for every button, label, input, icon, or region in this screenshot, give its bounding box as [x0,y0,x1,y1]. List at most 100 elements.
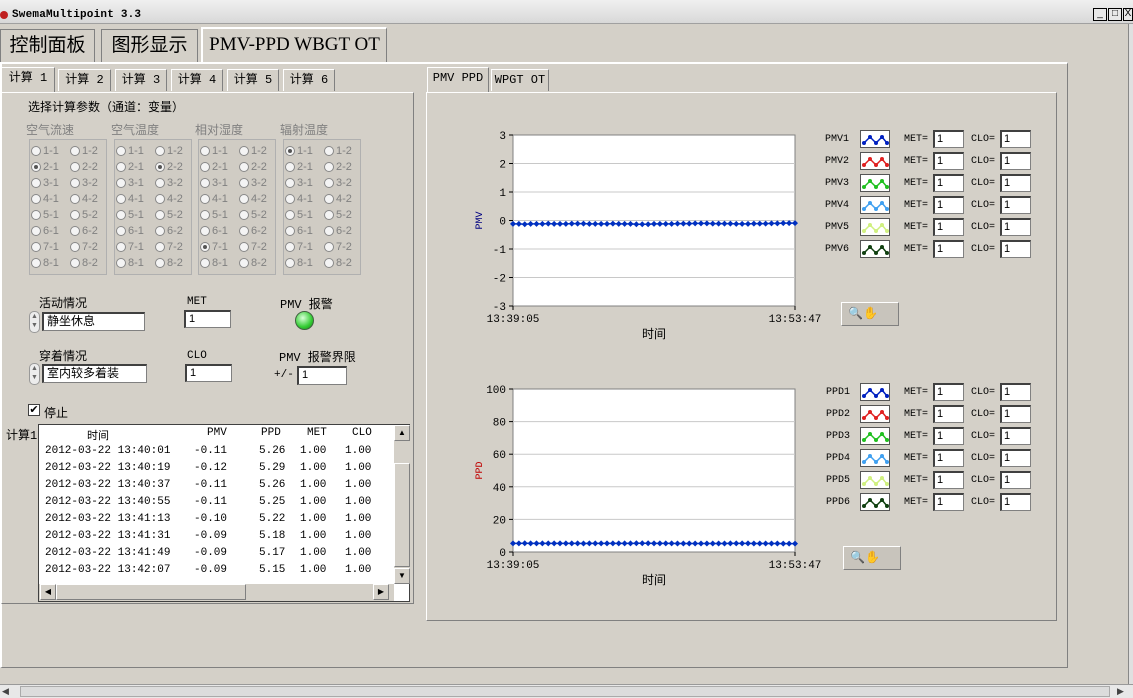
radio-option[interactable]: 3-2 [70,177,98,189]
radio-option[interactable]: 8-2 [70,257,98,269]
radio-button[interactable] [239,226,249,237]
legend-clo-field[interactable]: 1 [1000,152,1031,170]
radio-button[interactable] [116,178,126,189]
legend-met-field[interactable]: 1 [933,218,964,236]
legend-clo-field[interactable]: 1 [1000,405,1031,423]
radio-button[interactable] [239,258,249,269]
radio-button[interactable] [285,162,295,173]
radio-option[interactable]: 6-2 [155,225,183,237]
legend-swatch-icon[interactable] [860,174,890,192]
radio-option[interactable]: 1-1 [31,145,59,157]
pmv-limit-field[interactable]: 1 [297,366,347,385]
radio-button[interactable] [324,194,334,205]
radio-button[interactable] [31,242,41,253]
tab-wpgt-ot[interactable]: WPGT OT [491,69,549,91]
scroll-right-button[interactable]: ▶ [373,584,389,600]
radio-option[interactable]: 6-1 [31,225,59,237]
radio-option[interactable]: 5-1 [31,209,59,221]
radio-button[interactable] [285,178,295,189]
radio-button[interactable] [239,146,249,157]
radio-button[interactable] [200,242,210,253]
radio-option[interactable]: 2-1 [285,161,313,173]
radio-button[interactable] [31,162,41,173]
radio-option[interactable]: 3-2 [155,177,183,189]
radio-option[interactable]: 5-1 [285,209,313,221]
table-row[interactable]: 2012-03-22 13:41:31 -0.09 5.18 1.00 1.00 [39,528,394,545]
table-row[interactable]: 2012-03-22 13:41:49 -0.09 5.17 1.00 1.00 [39,545,394,562]
radio-button[interactable] [70,258,80,269]
stop-checkbox[interactable]: ✔ [28,404,40,416]
pmv-zoom-pan-tools[interactable]: 🔍✋ [841,302,899,326]
radio-button[interactable] [31,226,41,237]
radio-option[interactable]: 8-2 [239,257,267,269]
radio-button[interactable] [239,210,249,221]
radio-option[interactable]: 4-2 [70,193,98,205]
legend-swatch-icon[interactable] [860,218,890,236]
legend-met-field[interactable]: 1 [933,240,964,258]
radio-option[interactable]: 5-2 [324,209,352,221]
radio-option[interactable]: 1-2 [239,145,267,157]
legend-swatch-icon[interactable] [860,196,890,214]
radio-button[interactable] [324,258,334,269]
legend-clo-field[interactable]: 1 [1000,196,1031,214]
radio-option[interactable]: 7-2 [239,241,267,253]
radio-option[interactable]: 2-2 [324,161,352,173]
tab-graph-display[interactable]: 图形显示 [101,29,198,62]
radio-option[interactable]: 7-2 [155,241,183,253]
radio-option[interactable]: 6-1 [116,225,144,237]
legend-clo-field[interactable]: 1 [1000,218,1031,236]
radio-option[interactable]: 5-1 [200,209,228,221]
radio-option[interactable]: 1-2 [155,145,183,157]
radio-option[interactable]: 2-2 [70,161,98,173]
radio-button[interactable] [70,146,80,157]
radio-option[interactable]: 2-2 [155,161,183,173]
radio-option[interactable]: 6-1 [200,225,228,237]
radio-button[interactable] [70,210,80,221]
met-field[interactable]: 1 [184,310,231,328]
tab-control-panel[interactable]: 控制面板 [0,29,95,62]
radio-option[interactable]: 7-2 [70,241,98,253]
tab-calc-5[interactable]: 计算 5 [227,69,279,91]
scroll-right-icon[interactable]: ▶ [1117,686,1124,697]
horizontal-scrollbar[interactable]: ◀ ▶ [39,584,394,601]
legend-met-field[interactable]: 1 [933,493,964,511]
radio-option[interactable]: 4-2 [324,193,352,205]
tab-calc-4[interactable]: 计算 4 [171,69,223,91]
radio-button[interactable] [155,178,165,189]
clo-field[interactable]: 1 [185,364,232,382]
radio-button[interactable] [70,242,80,253]
legend-swatch-icon[interactable] [860,130,890,148]
tab-pmv-ppd[interactable]: PMV PPD [427,67,489,93]
radio-button[interactable] [116,242,126,253]
radio-button[interactable] [324,146,334,157]
radio-button[interactable] [116,162,126,173]
radio-button[interactable] [155,210,165,221]
legend-clo-field[interactable]: 1 [1000,493,1031,511]
radio-button[interactable] [155,194,165,205]
radio-button[interactable] [31,258,41,269]
radio-button[interactable] [239,178,249,189]
legend-clo-field[interactable]: 1 [1000,130,1031,148]
legend-clo-field[interactable]: 1 [1000,471,1031,489]
radio-button[interactable] [70,178,80,189]
radio-option[interactable]: 7-2 [324,241,352,253]
radio-button[interactable] [285,258,295,269]
radio-button[interactable] [116,226,126,237]
radio-button[interactable] [324,226,334,237]
scroll-down-button[interactable]: ▼ [394,568,410,584]
radio-button[interactable] [324,242,334,253]
horizontal-scroll-thumb[interactable] [56,584,246,600]
radio-option[interactable]: 4-1 [31,193,59,205]
tab-pmv-ppd-wbgt-ot[interactable]: PMV-PPD WBGT OT [201,27,387,63]
radio-option[interactable]: 4-2 [239,193,267,205]
legend-swatch-icon[interactable] [860,493,890,511]
radio-option[interactable]: 5-2 [70,209,98,221]
radio-button[interactable] [324,210,334,221]
radio-option[interactable]: 8-1 [285,257,313,269]
radio-button[interactable] [116,210,126,221]
ppd-zoom-pan-tools[interactable]: 🔍✋ [843,546,901,570]
zoom-icon[interactable]: 🔍 [848,306,863,320]
table-row[interactable]: 2012-03-22 13:40:37 -0.11 5.26 1.00 1.00 [39,477,394,494]
radio-option[interactable]: 3-1 [31,177,59,189]
radio-option[interactable]: 8-1 [200,257,228,269]
